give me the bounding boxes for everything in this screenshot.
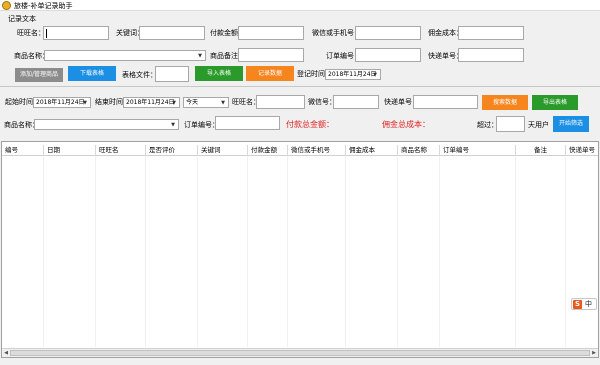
column-header[interactable]: 商品名称 <box>398 145 440 156</box>
keyword-input[interactable] <box>139 26 205 40</box>
chevron-down-icon: ▼ <box>171 122 175 128</box>
data-grid[interactable]: 编号 日期 旺旺名 是否评价 关键词 付款金额 微信或手机号 佣金成本 商品名称… <box>1 141 599 358</box>
column-divider <box>345 156 346 347</box>
chevron-down-icon: ▼ <box>172 100 176 106</box>
reg-time-picker[interactable]: 2018年11月24日 ▼ <box>325 69 381 80</box>
product-note-input[interactable] <box>238 48 304 62</box>
sogou-ime-icon: S <box>573 300 582 309</box>
chevron-down-icon: ▼ <box>373 72 377 78</box>
date-range-select[interactable]: 今天 ▼ <box>183 97 229 108</box>
total-payment-label: 付款总金额： <box>286 120 334 129</box>
column-header[interactable]: 备注 <box>516 145 566 156</box>
ime-mode-label: 中 <box>585 300 592 308</box>
column-divider <box>565 156 566 347</box>
column-header[interactable]: 编号 <box>2 145 44 156</box>
search-product-select[interactable]: ▼ <box>34 119 179 130</box>
column-divider <box>439 156 440 347</box>
start-time-picker[interactable]: 2018年11月24日 ▼ <box>33 97 91 108</box>
column-header[interactable]: 关键词 <box>198 145 248 156</box>
wechat-label: 微信或手机号： <box>312 29 361 37</box>
column-header[interactable]: 订单编号 <box>440 145 516 156</box>
import-table-button[interactable]: 导入表格 <box>195 66 243 81</box>
table-file-input[interactable] <box>155 66 189 82</box>
search-wechat-label: 微信号： <box>308 98 336 106</box>
column-header[interactable]: 微信或手机号 <box>288 145 346 156</box>
search-data-button[interactable]: 搜索数据 <box>482 95 528 110</box>
search-wangwang-input[interactable] <box>256 95 305 109</box>
scrollbar-thumb[interactable] <box>10 350 590 356</box>
express-input[interactable] <box>458 48 524 62</box>
payment-input[interactable] <box>238 26 304 40</box>
column-divider <box>515 156 516 347</box>
column-header[interactable]: 快递单号 <box>566 145 600 156</box>
column-divider <box>287 156 288 347</box>
grid-header: 编号 日期 旺旺名 是否评价 关键词 付款金额 微信或手机号 佣金成本 商品名称… <box>2 145 598 156</box>
column-divider <box>197 156 198 347</box>
search-wechat-input[interactable] <box>333 95 379 109</box>
scroll-right-icon[interactable]: ▶ <box>590 349 598 357</box>
title-bar: 旅楼-补单记录助手 <box>0 0 600 11</box>
wangwang-input[interactable] <box>43 26 109 40</box>
wechat-input[interactable] <box>355 26 421 40</box>
search-express-input[interactable] <box>413 95 478 109</box>
column-header[interactable]: 日期 <box>44 145 96 156</box>
record-data-button[interactable]: 记录数据 <box>246 66 294 81</box>
wangwang-label: 旺旺名： <box>17 29 45 37</box>
total-commission-label: 佣金总成本： <box>382 120 430 129</box>
app-icon <box>2 1 11 10</box>
window-title: 旅楼-补单记录助手 <box>14 2 73 10</box>
table-file-label: 表格文件： <box>122 71 157 79</box>
start-time-value: 2018年11月24日 <box>36 99 85 106</box>
horizontal-scrollbar[interactable]: ◀ ▶ <box>2 348 598 357</box>
column-divider <box>397 156 398 347</box>
section-title: 记录文本 <box>8 15 36 23</box>
column-header[interactable]: 旺旺名 <box>96 145 146 156</box>
search-order-input[interactable] <box>215 116 280 130</box>
product-select[interactable]: ▼ <box>44 50 206 61</box>
chevron-down-icon: ▼ <box>221 100 225 106</box>
end-time-picker[interactable]: 2018年11月24日 ▼ <box>123 97 180 108</box>
column-divider <box>145 156 146 347</box>
column-divider <box>95 156 96 347</box>
chevron-down-icon: ▼ <box>198 53 202 59</box>
ime-indicator[interactable]: S 中 <box>571 298 597 310</box>
date-range-value: 今天 <box>186 99 199 106</box>
reg-time-value: 2018年11月24日 <box>328 71 377 78</box>
text-caret <box>46 29 47 38</box>
commission-input[interactable] <box>458 26 524 40</box>
column-header[interactable]: 是否评价 <box>146 145 198 156</box>
search-order-label: 订单编号： <box>184 121 219 129</box>
end-time-value: 2018年11月24日 <box>126 99 175 106</box>
column-header[interactable]: 佣金成本 <box>346 145 398 156</box>
column-header[interactable]: 付款金额 <box>248 145 288 156</box>
export-table-button[interactable]: 导出表格 <box>532 95 578 110</box>
add-manage-product-button[interactable]: 添加/管理商品 <box>15 68 63 82</box>
section-divider <box>0 86 600 87</box>
column-divider <box>43 156 44 347</box>
days-user-label: 天用户 <box>528 121 549 129</box>
column-divider <box>247 156 248 347</box>
start-filter-button[interactable]: 开始筛选 <box>553 116 589 132</box>
over-days-input[interactable] <box>496 116 525 132</box>
order-input[interactable] <box>355 48 421 62</box>
over-label: 超过： <box>477 121 498 129</box>
download-table-button[interactable]: 下载表格 <box>68 66 116 81</box>
scroll-left-icon[interactable]: ◀ <box>2 349 10 357</box>
chevron-down-icon: ▼ <box>83 100 87 106</box>
